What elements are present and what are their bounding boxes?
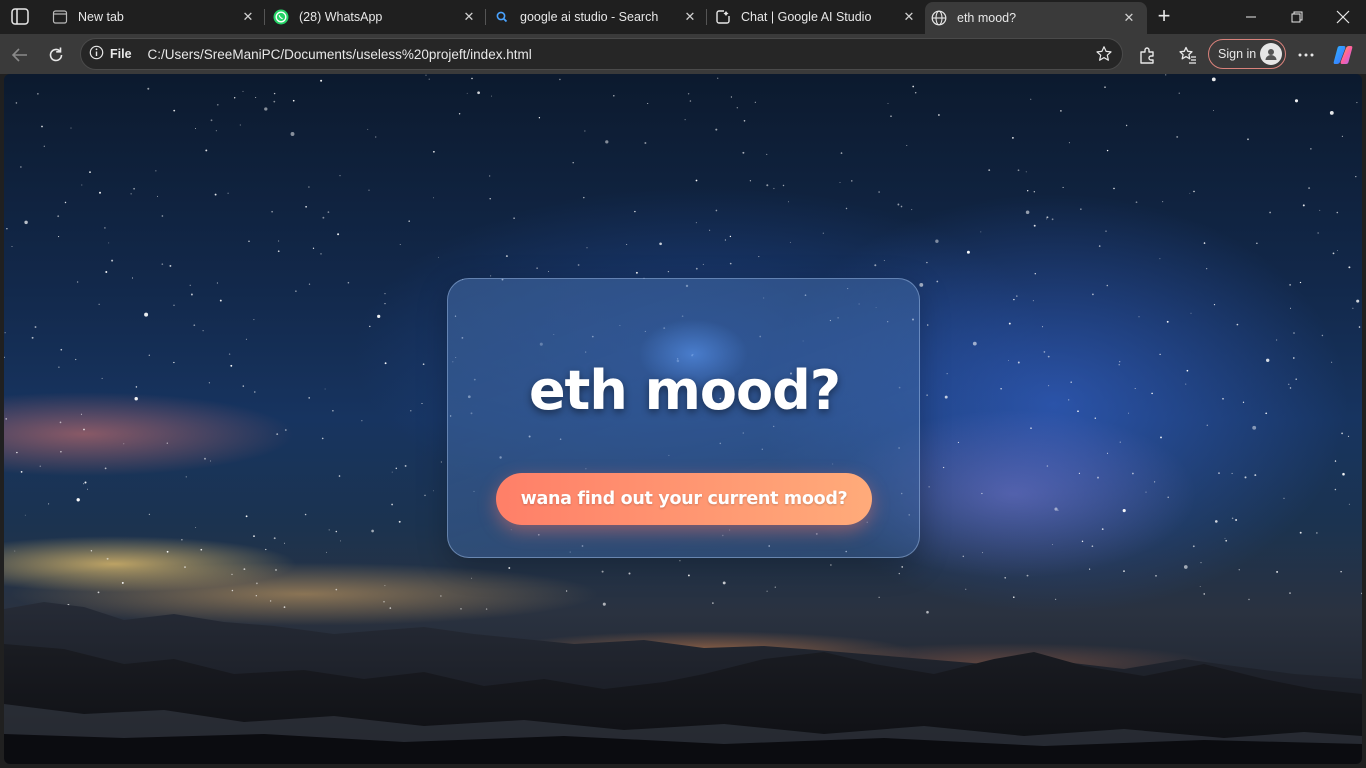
- tab-actions-icon[interactable]: [8, 6, 32, 28]
- refresh-button[interactable]: [43, 42, 69, 68]
- tab-search[interactable]: google ai studio - Search ✕: [486, 4, 706, 30]
- file-label: File: [110, 47, 132, 61]
- restore-button[interactable]: [1274, 4, 1320, 30]
- url-text[interactable]: C:/Users/SreeManiPC/Documents/useless%20…: [148, 47, 532, 62]
- tab-label: New tab: [78, 10, 124, 24]
- close-icon[interactable]: ✕: [682, 9, 698, 25]
- tab-label: google ai studio - Search: [520, 10, 659, 24]
- close-icon[interactable]: ✕: [461, 9, 477, 25]
- page-title: eth mood?: [528, 359, 841, 422]
- whatsapp-icon: [273, 9, 289, 25]
- browser-toolbar: File C:/Users/SreeManiPC/Documents/usele…: [0, 34, 1366, 74]
- address-bar[interactable]: File C:/Users/SreeManiPC/Documents/usele…: [80, 38, 1123, 70]
- globe-icon: [931, 10, 947, 26]
- favorite-star-icon[interactable]: [1094, 44, 1114, 64]
- find-mood-button[interactable]: wana find out your current mood?: [496, 473, 872, 525]
- copilot-icon[interactable]: [1330, 42, 1356, 68]
- minimize-button[interactable]: [1228, 4, 1274, 30]
- new-tab-page-icon: [52, 9, 68, 25]
- tab-label: Chat | Google AI Studio: [741, 10, 872, 24]
- tab-label: (28) WhatsApp: [299, 10, 383, 24]
- info-icon: [89, 45, 104, 63]
- back-button[interactable]: [7, 42, 33, 68]
- profile-avatar-icon: [1260, 43, 1282, 65]
- sign-in-button[interactable]: Sign in: [1208, 39, 1286, 69]
- tab-label: eth mood?: [957, 11, 1017, 25]
- tab-whatsapp[interactable]: (28) WhatsApp ✕: [265, 4, 485, 30]
- tab-ai-studio[interactable]: Chat | Google AI Studio ✕: [707, 4, 925, 30]
- mood-card: eth mood? wana find out your current moo…: [447, 278, 920, 558]
- extensions-icon[interactable]: [1134, 42, 1160, 68]
- close-icon[interactable]: ✕: [901, 9, 917, 25]
- sign-in-label: Sign in: [1218, 47, 1257, 61]
- tab-new-tab[interactable]: New tab ✕: [44, 4, 264, 30]
- tab-strip: New tab ✕ (28) WhatsApp ✕ google ai stud…: [0, 0, 1366, 34]
- close-window-button[interactable]: [1320, 4, 1366, 30]
- close-icon[interactable]: ✕: [1121, 10, 1137, 26]
- tab-eth-mood[interactable]: eth mood? ✕: [925, 2, 1147, 34]
- new-tab-button[interactable]: +: [1152, 5, 1176, 29]
- more-options-icon[interactable]: [1293, 42, 1319, 68]
- search-icon: [494, 9, 510, 25]
- close-icon[interactable]: ✕: [240, 9, 256, 25]
- site-info-button[interactable]: File: [89, 45, 132, 63]
- page-viewport: eth mood? wana find out your current moo…: [4, 74, 1362, 764]
- favorites-icon[interactable]: [1175, 42, 1201, 68]
- ai-studio-icon: [715, 9, 731, 25]
